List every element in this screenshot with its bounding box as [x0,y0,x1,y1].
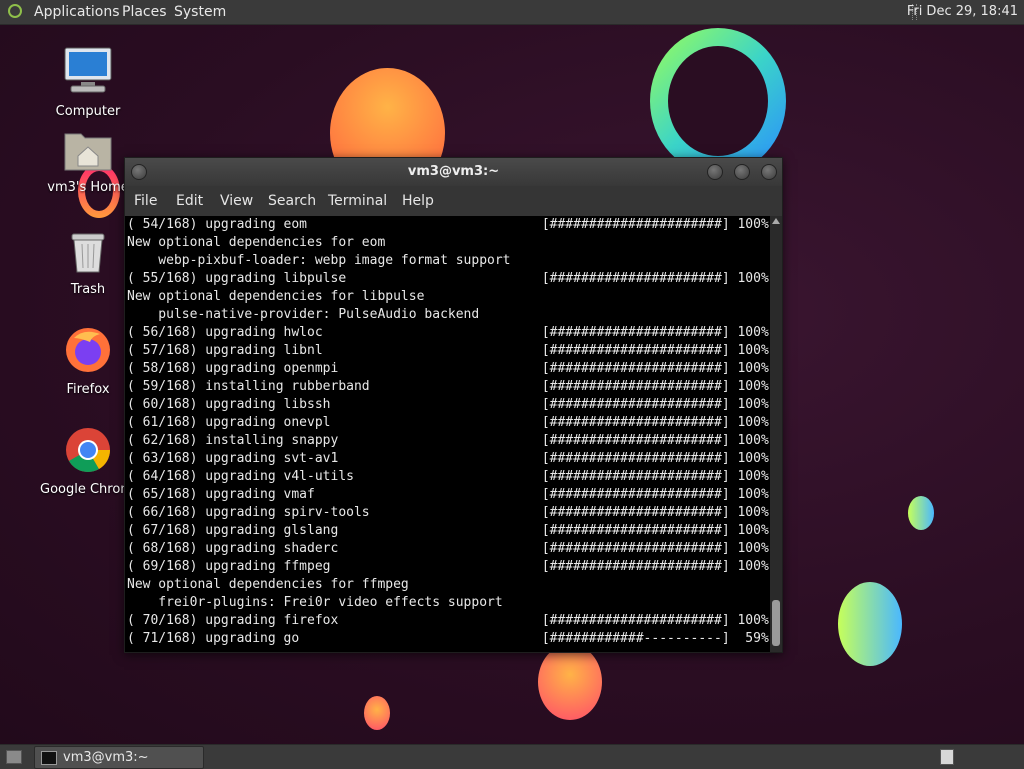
taskbar-item-label: vm3@vm3:~ [63,750,149,765]
wallpaper-blue-ellipse [838,582,902,666]
menu-edit[interactable]: Edit [176,186,203,216]
terminal-line: ( 69/168) upgrading ffmpeg [############… [127,559,769,574]
terminal-line: ( 57/168) upgrading libnl [#############… [127,343,769,358]
terminal-menubar: File Edit View Search Terminal Help [125,186,782,216]
terminal-line: ( 64/168) upgrading v4l-utils [#########… [127,469,769,484]
terminal-line: frei0r-plugins: Frei0r video effects sup… [127,595,503,610]
terminal-line: ( 56/168) upgrading hwloc [#############… [127,325,769,340]
terminal-line: ( 58/168) upgrading openmpi [###########… [127,361,769,376]
taskbar-item-terminal[interactable]: vm3@vm3:~ [34,746,204,769]
menu-system[interactable]: System [174,0,226,24]
scrollbar-thumb[interactable] [772,600,780,646]
desktop-icon-label: Google Chrome [40,482,136,497]
menu-help[interactable]: Help [402,186,434,216]
menu-file[interactable]: File [134,186,157,216]
desktop-icon-firefox[interactable]: Firefox [40,326,136,397]
wallpaper-ring [650,28,786,174]
terminal-line: New optional dependencies for ffmpeg [127,577,409,592]
terminal-icon [41,751,57,765]
terminal-line: ( 65/168) upgrading vmaf [##############… [127,487,769,502]
terminal-line: ( 55/168) upgrading libpulse [##########… [127,271,769,286]
terminal-line: pulse-native-provider: PulseAudio backen… [127,307,480,322]
home-folder-icon [64,133,112,171]
terminal-line: ( 70/168) upgrading firefox [###########… [127,613,769,628]
terminal-line: ( 59/168) installing rubberband [#######… [127,379,769,394]
desktop-icon-chrome[interactable]: Google Chrome [40,426,136,497]
terminal-line: ( 63/168) upgrading svt-av1 [###########… [127,451,769,466]
top-panel: Applications Places System Fri Dec 29, 1… [0,0,1024,25]
menu-places[interactable]: Places [122,0,167,24]
terminal-window[interactable]: vm3@vm3:~ File Edit View Search Terminal… [124,157,783,653]
terminal-line: New optional dependencies for eom [127,235,386,250]
terminal-line: New optional dependencies for libpulse [127,289,425,304]
desktop-icon-label: Computer [55,104,121,119]
desktop-icon-computer[interactable]: Computer [40,46,136,119]
window-titlebar[interactable]: vm3@vm3:~ [125,158,782,186]
terminal-line: ( 68/168) upgrading shaderc [###########… [127,541,769,556]
terminal-line: ( 61/168) upgrading onevpl [############… [127,415,769,430]
window-title: vm3@vm3:~ [407,164,500,179]
terminal-line: ( 62/168) installing snappy [###########… [127,433,769,448]
minimize-button[interactable] [707,164,723,180]
terminal-line: webp-pixbuf-loader: webp image format su… [127,253,511,268]
show-desktop-icon[interactable] [6,750,22,764]
trash-icon [71,233,105,273]
desktop-icon-label: vm3's Home [47,180,129,195]
computer-icon [64,47,112,93]
terminal-line: ( 60/168) upgrading libssh [############… [127,397,769,412]
desktop-icon-label: Firefox [66,382,110,397]
window-menu-button[interactable] [131,164,147,180]
close-button[interactable] [761,164,777,180]
menu-terminal[interactable]: Terminal [328,186,387,216]
menu-view[interactable]: View [220,186,253,216]
wallpaper-small-orange-ellipse [364,696,390,730]
wallpaper-small-blue-ellipse [908,496,934,530]
desktop-icon-label: Trash [70,282,106,297]
terminal-line: ( 67/168) upgrading glslang [###########… [127,523,769,538]
bottom-panel: vm3@vm3:~ [0,744,1024,769]
desktop-icon-home[interactable]: vm3's Home [40,128,136,195]
menu-applications[interactable]: Applications [34,0,120,24]
wallpaper-bottom-orange-ellipse [538,644,602,720]
terminal-line: ( 71/168) upgrading go [############----… [127,631,769,646]
terminal-output[interactable]: ( 54/168) upgrading eom [###############… [125,216,770,652]
menu-search[interactable]: Search [268,186,316,216]
workspace-switcher[interactable] [940,749,954,765]
firefox-icon [66,328,110,372]
desktop-icon-trash[interactable]: Trash [40,230,136,297]
panel-clock[interactable]: Fri Dec 29, 18:41 [907,0,1018,24]
maximize-button[interactable] [734,164,750,180]
scroll-up-arrow-icon[interactable] [772,218,780,224]
terminal-line: ( 54/168) upgrading eom [###############… [127,217,769,232]
terminal-line: ( 66/168) upgrading spirv-tools [#######… [127,505,769,520]
mate-logo-icon[interactable] [8,4,22,18]
terminal-scrollbar[interactable] [770,216,782,652]
chrome-icon [66,428,110,472]
